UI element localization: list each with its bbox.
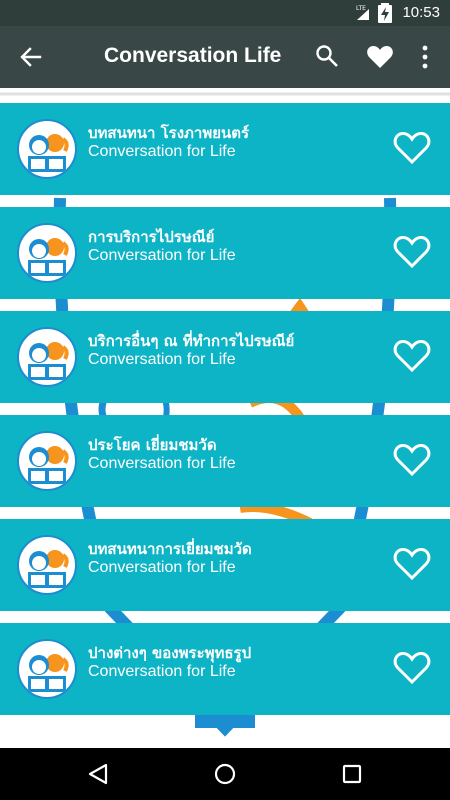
item-subtitle: Conversation for Life xyxy=(88,143,236,160)
list-item[interactable]: บทสนทนา โรงภาพยนตร์ Conversation for Lif… xyxy=(0,103,450,195)
item-title: บทสนทนา โรงภาพยนตร์ xyxy=(88,124,250,142)
item-subtitle: Conversation for Life xyxy=(88,455,236,472)
more-vertical-icon[interactable] xyxy=(420,45,430,69)
network-label: LTE xyxy=(356,5,366,12)
search-icon[interactable] xyxy=(315,44,339,68)
item-title: บริการอื่นๆ ณ ที่ทำการไปรษณีย์ xyxy=(88,332,295,350)
item-title: ปางต่างๆ ของพระพุทธรูป xyxy=(88,644,252,662)
lte-signal-icon: LTE xyxy=(356,5,369,20)
list-item[interactable]: บริการอื่นๆ ณ ที่ทำการไปรษณีย์ Conversat… xyxy=(0,311,450,403)
list-item[interactable]: ปางต่างๆ ของพระพุทธรูป Conversation for … xyxy=(0,623,450,715)
favorite-heart-icon[interactable] xyxy=(393,443,431,477)
kids-reading-avatar xyxy=(17,223,77,283)
list-item[interactable]: บทสนทนาการเยี่ยมชมวัด Conversation for L… xyxy=(0,519,450,611)
back-arrow-icon[interactable] xyxy=(18,44,44,70)
heart-icon[interactable] xyxy=(366,45,394,69)
clock: 10:53 xyxy=(402,4,440,21)
kids-reading-avatar xyxy=(17,535,77,595)
recents-square-icon[interactable] xyxy=(340,762,364,786)
item-subtitle: Conversation for Life xyxy=(88,351,236,368)
favorite-heart-icon[interactable] xyxy=(393,651,431,685)
item-subtitle: Conversation for Life xyxy=(88,663,236,680)
kids-reading-avatar xyxy=(17,119,77,179)
system-nav-bar xyxy=(0,748,450,800)
item-title: บทสนทนาการเยี่ยมชมวัด xyxy=(88,540,252,558)
item-subtitle: Conversation for Life xyxy=(88,247,236,264)
app-toolbar: Conversation Life xyxy=(0,26,450,88)
item-subtitle: Conversation for Life xyxy=(88,559,236,576)
favorite-heart-icon[interactable] xyxy=(393,339,431,373)
back-triangle-icon[interactable] xyxy=(86,762,110,786)
item-title: การบริการไปรษณีย์ xyxy=(88,228,215,246)
status-bar: LTE 10:53 xyxy=(0,0,450,26)
page-title: Conversation Life xyxy=(104,44,282,67)
battery-charging-icon xyxy=(378,3,392,23)
favorite-heart-icon[interactable] xyxy=(393,131,431,165)
home-circle-icon[interactable] xyxy=(213,762,237,786)
content-area: บทสนทนา โรงภาพยนตร์ Conversation for Lif… xyxy=(0,88,450,748)
favorite-heart-icon[interactable] xyxy=(393,235,431,269)
favorite-heart-icon[interactable] xyxy=(393,547,431,581)
list-item[interactable]: การบริการไปรษณีย์ Conversation for Life xyxy=(0,207,450,299)
item-title: ประโยค เยี่ยมชมวัด xyxy=(88,436,217,454)
kids-reading-avatar xyxy=(17,431,77,491)
kids-reading-avatar xyxy=(17,639,77,699)
list-item[interactable]: ประโยค เยี่ยมชมวัด Conversation for Life xyxy=(0,415,450,507)
kids-reading-avatar xyxy=(17,327,77,387)
